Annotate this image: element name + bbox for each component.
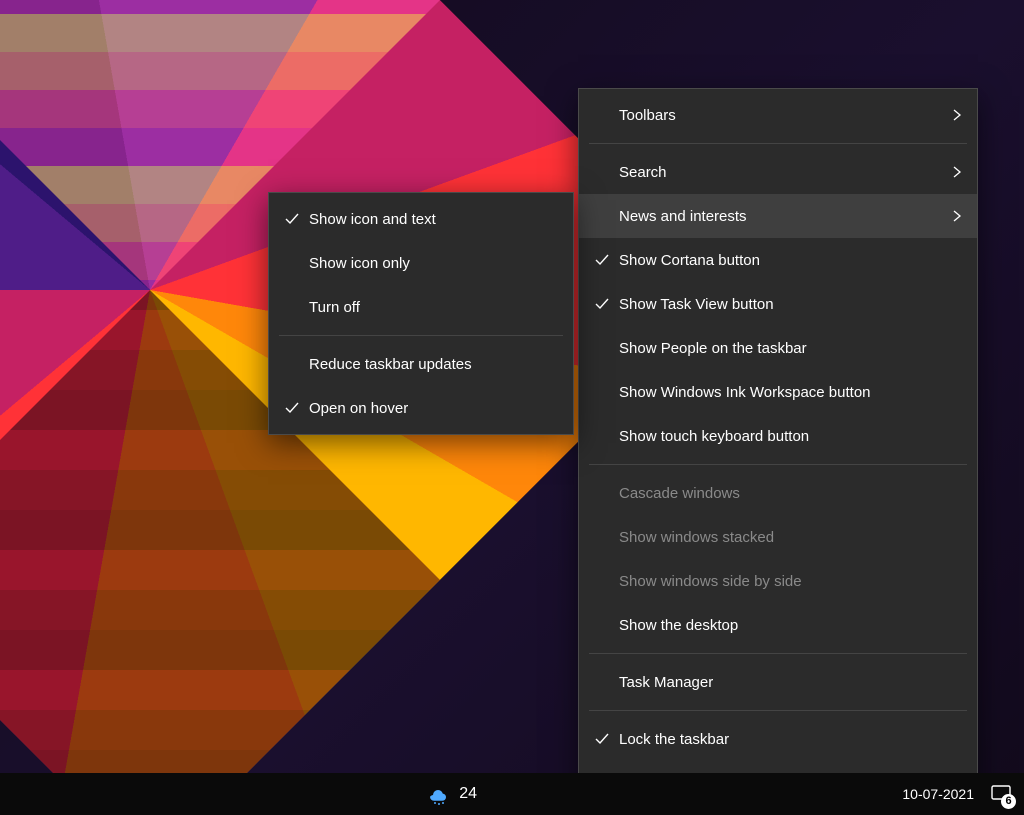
menu-label: Show Cortana button (615, 252, 941, 269)
menu-label: Show icon and text (305, 211, 559, 228)
menu-separator (279, 335, 563, 336)
menu-item-side-by-side: Show windows side by side (579, 559, 977, 603)
menu-item-people[interactable]: Show People on the taskbar (579, 326, 977, 370)
menu-item-touch-keyboard[interactable]: Show touch keyboard button (579, 414, 977, 458)
menu-item-search[interactable]: Search (579, 150, 977, 194)
menu-item-task-manager[interactable]: Task Manager (579, 660, 977, 704)
menu-label: Show the desktop (615, 617, 941, 634)
weather-temperature[interactable]: 24 (459, 785, 477, 803)
menu-label: Show windows side by side (615, 573, 941, 590)
menu-label: Lock the taskbar (615, 731, 941, 748)
weather-rain-icon[interactable] (425, 783, 451, 805)
menu-separator (589, 653, 967, 654)
taskbar-context-menu: Toolbars Search News and interests Show … (578, 88, 978, 810)
checkmark-icon (279, 211, 305, 227)
menu-label: Search (615, 164, 941, 181)
menu-item-task-view[interactable]: Show Task View button (579, 282, 977, 326)
menu-label: Open on hover (305, 400, 559, 417)
chevron-right-icon (941, 109, 963, 121)
menu-label: Toolbars (615, 107, 941, 124)
taskbar-date[interactable]: 10-07-2021 (902, 786, 974, 802)
menu-label: Show windows stacked (615, 529, 941, 546)
menu-separator (589, 710, 967, 711)
submenu-item-reduce-updates[interactable]: Reduce taskbar updates (269, 342, 573, 386)
submenu-item-show-icon-text[interactable]: Show icon and text (269, 197, 573, 241)
menu-label: Show icon only (305, 255, 559, 272)
checkmark-icon (589, 252, 615, 268)
news-interests-submenu: Show icon and text Show icon only Turn o… (268, 192, 574, 435)
submenu-item-turn-off[interactable]: Turn off (269, 285, 573, 329)
action-center-icon[interactable]: 6 (990, 783, 1012, 805)
submenu-item-show-icon-only[interactable]: Show icon only (269, 241, 573, 285)
checkmark-icon (279, 400, 305, 416)
menu-item-lock-taskbar[interactable]: Lock the taskbar (579, 717, 977, 761)
menu-label: Turn off (305, 299, 559, 316)
menu-item-news-interests[interactable]: News and interests (579, 194, 977, 238)
menu-label: Show Task View button (615, 296, 941, 313)
notification-count: 6 (1001, 794, 1016, 809)
menu-item-cortana[interactable]: Show Cortana button (579, 238, 977, 282)
chevron-right-icon (941, 210, 963, 222)
taskbar[interactable]: 24 10-07-2021 6 (0, 773, 1024, 815)
menu-item-ink-workspace[interactable]: Show Windows Ink Workspace button (579, 370, 977, 414)
menu-separator (589, 464, 967, 465)
submenu-item-open-on-hover[interactable]: Open on hover (269, 386, 573, 430)
menu-separator (589, 143, 967, 144)
menu-label: Cascade windows (615, 485, 941, 502)
menu-label: Show touch keyboard button (615, 428, 941, 445)
menu-item-toolbars[interactable]: Toolbars (579, 93, 977, 137)
menu-label: Task Manager (615, 674, 941, 691)
checkmark-icon (589, 731, 615, 747)
menu-item-cascade: Cascade windows (579, 471, 977, 515)
menu-item-stacked: Show windows stacked (579, 515, 977, 559)
menu-label: Show People on the taskbar (615, 340, 941, 357)
menu-label: Show Windows Ink Workspace button (615, 384, 941, 401)
chevron-right-icon (941, 166, 963, 178)
menu-item-show-desktop[interactable]: Show the desktop (579, 603, 977, 647)
menu-label: Reduce taskbar updates (305, 356, 559, 373)
menu-label: News and interests (615, 208, 941, 225)
checkmark-icon (589, 296, 615, 312)
